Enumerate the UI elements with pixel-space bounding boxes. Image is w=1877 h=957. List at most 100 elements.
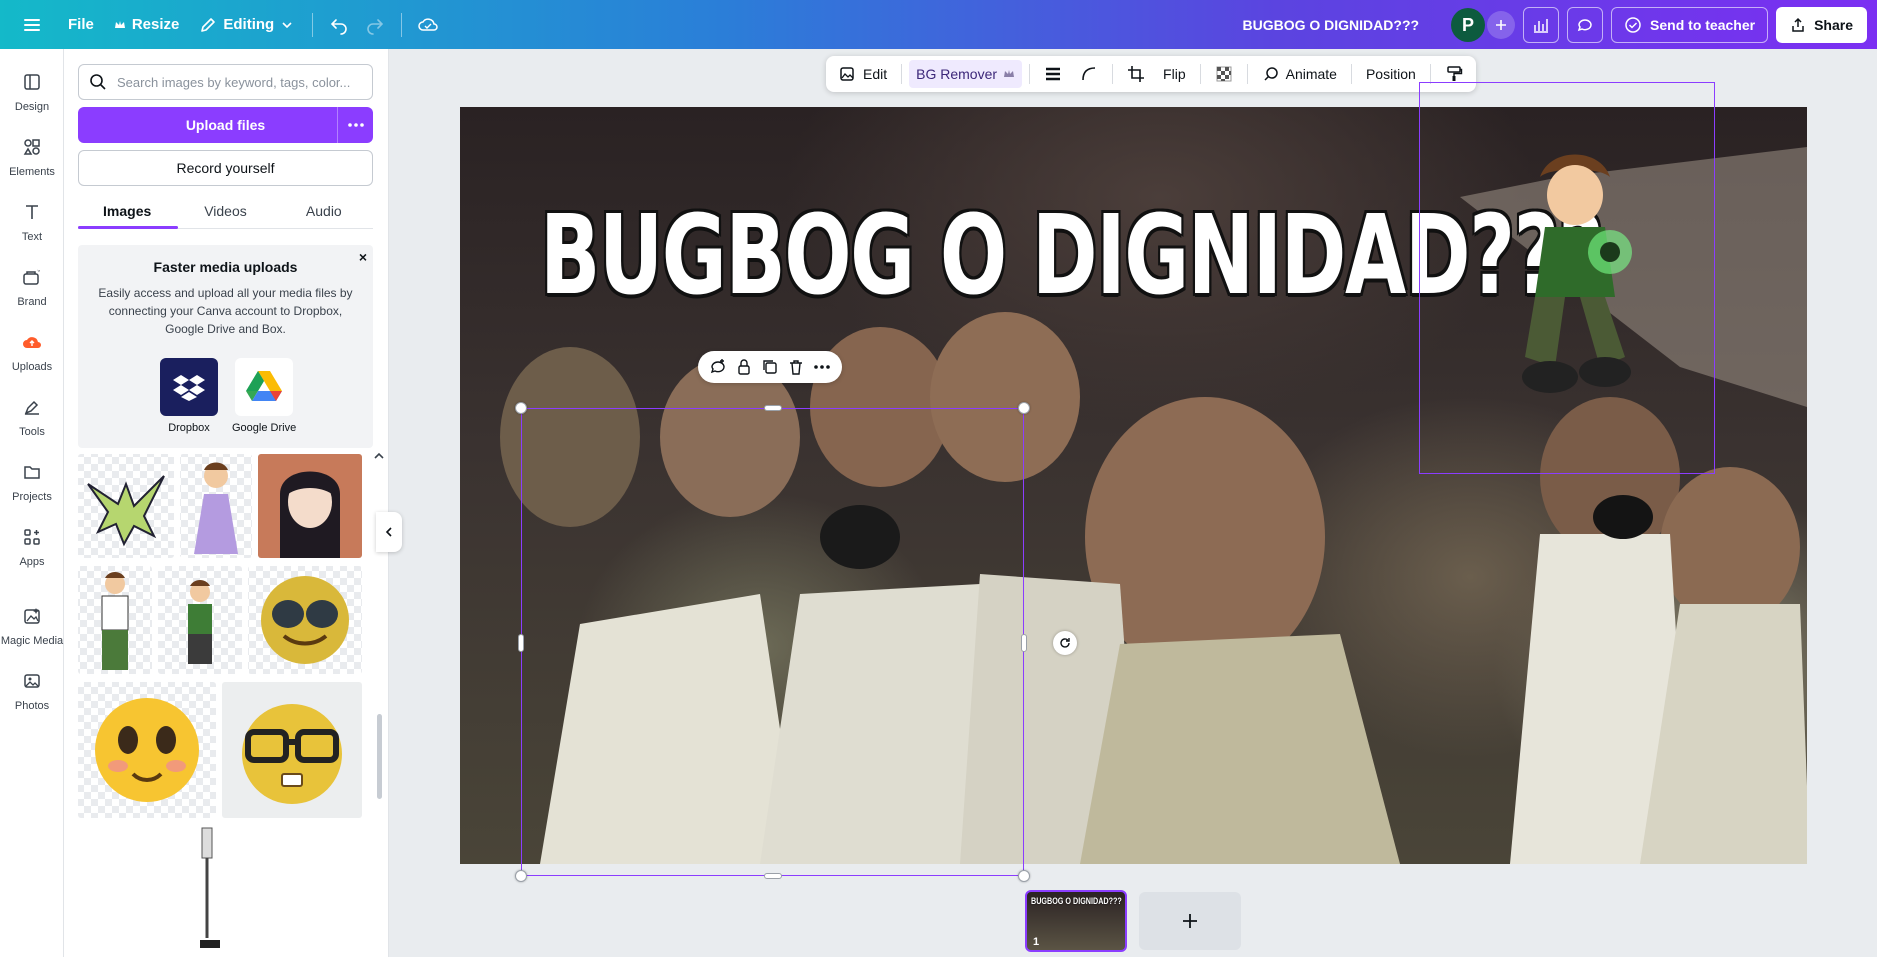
undo-icon[interactable] xyxy=(321,7,357,43)
rail-label: Tools xyxy=(19,426,45,438)
chevron-down-icon xyxy=(280,18,294,32)
edit-label: Edit xyxy=(863,66,888,82)
resize-button[interactable]: Resize xyxy=(104,8,190,42)
divider xyxy=(1429,64,1431,84)
redo-icon[interactable] xyxy=(357,7,393,43)
resize-handle-top-right[interactable] xyxy=(1018,402,1030,414)
uploaded-images-grid xyxy=(78,454,373,957)
send-to-teacher-button[interactable]: Send to teacher xyxy=(1611,7,1769,43)
image-thumbnail[interactable] xyxy=(178,824,238,954)
corner-rounding-icon[interactable] xyxy=(1073,60,1105,88)
border-style-icon[interactable] xyxy=(1037,60,1069,88)
image-edit-icon xyxy=(839,65,857,83)
tab-audio[interactable]: Audio xyxy=(275,193,373,228)
add-collaborator-icon[interactable] xyxy=(1487,11,1516,39)
tab-images[interactable]: Images xyxy=(78,193,176,228)
folder-icon xyxy=(15,457,49,487)
editing-mode-button[interactable]: Editing xyxy=(189,8,304,42)
bg-remover-button[interactable]: BG Remover xyxy=(909,60,1023,88)
resize-handle-right[interactable] xyxy=(1021,634,1027,652)
collapse-panel-button[interactable] xyxy=(376,512,402,552)
crop-icon[interactable] xyxy=(1120,60,1152,88)
resize-handle-top[interactable] xyxy=(764,405,782,411)
image-thumbnail[interactable] xyxy=(78,566,152,674)
comment-add-icon[interactable] xyxy=(708,357,728,377)
image-thumbnail[interactable] xyxy=(180,454,252,558)
insights-icon[interactable] xyxy=(1523,7,1560,43)
search-box[interactable] xyxy=(78,64,373,100)
image-thumbnail[interactable] xyxy=(222,682,362,818)
chevron-left-icon xyxy=(383,526,395,538)
rail-item-elements[interactable]: Elements xyxy=(0,132,64,178)
more-options-icon[interactable] xyxy=(337,107,373,143)
image-thumbnail[interactable] xyxy=(158,566,242,674)
resize-handle-left[interactable] xyxy=(518,634,524,652)
dropbox-option[interactable]: Dropbox xyxy=(160,358,218,434)
plus-icon xyxy=(1181,912,1199,930)
rail-label: Projects xyxy=(12,491,52,503)
rail-item-uploads[interactable]: Uploads xyxy=(0,327,64,373)
file-menu-button[interactable]: File xyxy=(58,8,104,42)
rail-item-brand[interactable]: Brand xyxy=(0,262,64,308)
tab-videos[interactable]: Videos xyxy=(176,193,274,228)
share-icon xyxy=(1790,17,1806,33)
scroll-up-icon[interactable] xyxy=(373,450,385,462)
duplicate-icon[interactable] xyxy=(760,357,780,377)
text-icon xyxy=(15,197,49,227)
image-thumbnail[interactable] xyxy=(78,454,174,558)
send-label: Send to teacher xyxy=(1650,17,1756,33)
rail-item-magic-media[interactable]: Magic Media xyxy=(0,601,64,647)
context-toolbar: Edit BG Remover Flip Animate Position xyxy=(826,56,1476,92)
uploads-icon xyxy=(15,327,49,357)
crown-icon xyxy=(114,19,126,31)
menu-icon[interactable] xyxy=(14,7,50,43)
lock-icon[interactable] xyxy=(734,357,754,377)
rail-item-text[interactable]: Text xyxy=(0,197,64,243)
resize-handle-bottom-left[interactable] xyxy=(515,870,527,882)
divider xyxy=(901,64,903,84)
position-button[interactable]: Position xyxy=(1359,60,1423,88)
page-number: 1 xyxy=(1033,936,1040,948)
search-input[interactable] xyxy=(117,74,357,90)
trash-icon[interactable] xyxy=(786,357,806,377)
divider xyxy=(1029,64,1031,84)
comment-icon[interactable] xyxy=(1567,7,1604,43)
rail-item-projects[interactable]: Projects xyxy=(0,457,64,503)
panel-scrollbar[interactable] xyxy=(377,714,382,799)
brand-icon xyxy=(15,262,49,292)
cloud-saved-icon[interactable] xyxy=(410,7,446,43)
resize-handle-bottom[interactable] xyxy=(764,873,782,879)
resize-handle-top-left[interactable] xyxy=(515,402,527,414)
google-drive-option[interactable]: Google Drive xyxy=(232,358,296,434)
bg-remover-label: BG Remover xyxy=(916,66,998,82)
rotate-icon[interactable] xyxy=(1053,631,1077,655)
rail-item-apps[interactable]: Apps xyxy=(0,522,64,568)
promo-body: Easily access and upload all your media … xyxy=(98,286,353,336)
rail-item-photos[interactable]: Photos xyxy=(0,666,64,712)
more-icon[interactable] xyxy=(812,357,832,377)
avatar[interactable]: P xyxy=(1451,8,1486,42)
rail-item-tools[interactable]: Tools xyxy=(0,392,64,438)
share-button[interactable]: Share xyxy=(1776,7,1867,43)
add-page-button[interactable] xyxy=(1139,892,1241,950)
rail-item-design[interactable]: Design xyxy=(0,67,64,113)
rail-label: Uploads xyxy=(11,361,53,373)
resize-label: Resize xyxy=(131,16,180,33)
image-thumbnail[interactable] xyxy=(258,454,362,558)
image-thumbnail[interactable] xyxy=(248,566,362,674)
resize-handle-bottom-right[interactable] xyxy=(1018,870,1030,882)
rail-label: Apps xyxy=(19,556,45,568)
page-thumbnail[interactable]: BUGBOG O DIGNIDAD??? 1 xyxy=(1025,890,1127,952)
edit-image-button[interactable]: Edit xyxy=(832,60,894,88)
flip-button[interactable]: Flip xyxy=(1156,60,1193,88)
image-thumbnail[interactable] xyxy=(78,682,216,818)
transparency-icon[interactable] xyxy=(1208,60,1240,88)
divider xyxy=(312,12,314,37)
editing-label: Editing xyxy=(223,16,275,33)
top-bar: File Resize Editing BUGBOG O DIGNIDAD???… xyxy=(0,0,1877,49)
document-title[interactable]: BUGBOG O DIGNIDAD??? xyxy=(1243,17,1420,33)
design-icon xyxy=(15,67,49,97)
animate-button[interactable]: Animate xyxy=(1255,60,1344,88)
record-yourself-button[interactable]: Record yourself xyxy=(78,150,373,186)
upload-files-button[interactable]: Upload files xyxy=(78,107,373,143)
